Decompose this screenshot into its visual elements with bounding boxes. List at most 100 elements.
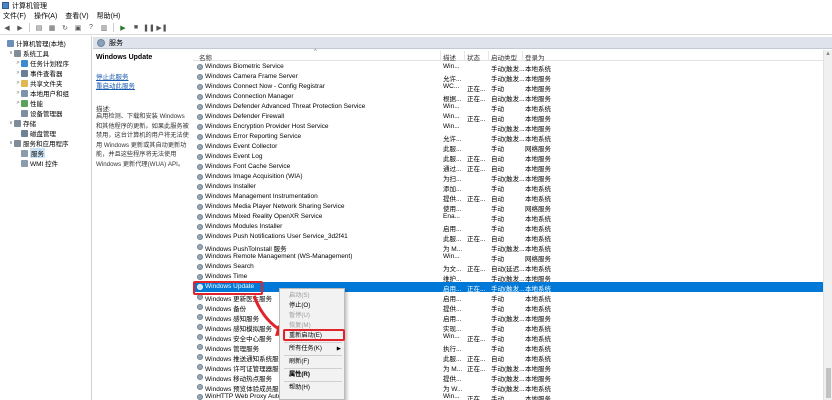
column-divider[interactable] xyxy=(440,51,441,60)
service-row[interactable]: Windows Mixed Reality OpenXR Service Ena.… xyxy=(193,212,823,223)
tree-item-label: 任务计划程序 xyxy=(30,61,69,68)
service-gear-icon xyxy=(197,74,203,80)
tree-node-icon xyxy=(21,59,28,67)
column-description[interactable]: 描述 xyxy=(443,52,456,62)
tree-item-label: 设备管理器 xyxy=(30,111,63,118)
service-gear-icon xyxy=(197,154,203,160)
play-icon[interactable]: ▶ xyxy=(118,23,128,33)
service-row[interactable]: Windows Defender Advanced Threat Protect… xyxy=(193,102,823,113)
context-menu-label: 暂停(U) xyxy=(289,312,310,319)
column-divider[interactable] xyxy=(488,51,489,60)
context-menu-item: 启动(S) xyxy=(280,291,344,301)
menu-item[interactable]: 查看(V) xyxy=(65,11,88,21)
tree-item[interactable]: > 性能 xyxy=(15,98,43,108)
service-gear-icon xyxy=(197,204,203,210)
vertical-scrollbar[interactable]: ▲ xyxy=(823,50,832,400)
service-row[interactable]: Windows Defender Firewall Win... 正在... 自动 本地… xyxy=(193,112,823,123)
menu-item[interactable]: 操作(A) xyxy=(34,11,57,21)
tree-item[interactable]: ∨ 系统工具 xyxy=(8,48,49,58)
tree-item[interactable]: WMI 控件 xyxy=(15,158,58,168)
context-menu: 启动(S) 停止(O) 暂停(U) 恢复(M) 重新启动(E) 所有任务(K) ▶ 刷新(F)… xyxy=(279,288,345,400)
service-row[interactable]: Windows Media Player Network Sharing Ser… xyxy=(193,202,823,213)
service-row[interactable]: Windows Modules Installer 启用... 手动 本地系统 xyxy=(193,222,823,233)
service-row[interactable]: Windows Connect Now - Config Registrar WC… xyxy=(193,82,823,93)
tree-item[interactable]: ∨ 存储 xyxy=(8,118,36,128)
column-startup-type[interactable]: 启动类型 xyxy=(491,52,517,62)
restart-service-link[interactable]: 重启动此服务 xyxy=(96,80,135,90)
service-row[interactable]: Windows Management Instrumentation 提供... 正… xyxy=(193,192,823,203)
service-description: Win... xyxy=(443,393,460,400)
service-row[interactable]: Windows Encryption Provider Host Service… xyxy=(193,122,823,133)
tree-item[interactable]: > 本地用户和组 xyxy=(15,88,69,98)
tree-item[interactable]: > 共享文件夹 xyxy=(15,78,63,88)
context-menu-item[interactable]: 刷新(F) xyxy=(280,357,344,367)
refresh-icon[interactable]: ↻ xyxy=(60,23,70,33)
tree-item[interactable]: 设备管理器 xyxy=(15,108,63,118)
tree-item-label: 系统工具 xyxy=(23,51,49,58)
context-menu-item[interactable]: 重新启动(E) xyxy=(280,331,344,341)
service-name: Windows Update xyxy=(205,283,255,290)
service-name: Windows Mixed Reality OpenXR Service xyxy=(205,213,323,220)
tree-item-label: 磁盘管理 xyxy=(30,131,56,138)
service-gear-icon xyxy=(197,234,203,240)
export-icon[interactable]: ▣ xyxy=(73,23,83,33)
service-row[interactable]: Windows Font Cache Service 通过... 正在... 自动 本地… xyxy=(193,162,823,173)
context-menu-item[interactable]: 帮助(H) xyxy=(280,383,344,393)
tree-item[interactable]: ∨ 服务和应用程序 xyxy=(8,138,69,148)
context-menu-item[interactable]: 属性(R) xyxy=(280,370,344,380)
up-folder-icon[interactable]: ▤ xyxy=(34,23,44,33)
tree-item-label: 服务和应用程序 xyxy=(23,141,69,148)
service-name: Windows Remote Management (WS-Management… xyxy=(205,253,353,260)
scroll-up-icon[interactable]: ▲ xyxy=(825,51,831,57)
service-row[interactable]: Windows Remote Management (WS-Management… xyxy=(193,252,823,263)
scrollbar-thumb[interactable] xyxy=(826,368,831,398)
service-row[interactable]: Windows Camera Frame Server 允许... 手动(触发...… xyxy=(193,72,823,83)
properties-icon[interactable]: ▥ xyxy=(99,23,109,33)
service-row[interactable]: Windows Image Acquisition (WIA) 为扫... 手动(触… xyxy=(193,172,823,183)
service-row[interactable]: Windows Time 维护... 手动(触发... 本地服务 xyxy=(193,272,823,283)
menu-item[interactable]: 帮助(H) xyxy=(97,11,121,21)
service-row[interactable]: Windows Error Reporting Service 允许... 手动(触… xyxy=(193,132,823,143)
service-row[interactable]: Windows Installer 添加... 手动 本地系统 xyxy=(193,182,823,193)
service-row[interactable]: Windows Push Notifications User Service_… xyxy=(193,232,823,243)
tree-node-icon xyxy=(21,79,28,87)
column-log-on-as[interactable]: 登录为 xyxy=(525,52,545,62)
service-row[interactable]: Windows Connection Manager 根据... 正在... 自动(触… xyxy=(193,92,823,103)
menu-item[interactable]: 文件(F) xyxy=(3,11,26,21)
tree-node-icon xyxy=(21,159,28,167)
service-gear-icon xyxy=(197,164,203,170)
service-row[interactable]: Windows Biometric Service Win... 手动(触发... 本… xyxy=(193,62,823,73)
restart-icon[interactable]: ▶❚ xyxy=(156,23,167,33)
tree-item[interactable]: > 事件查看器 xyxy=(15,68,63,78)
service-gear-icon xyxy=(197,224,203,230)
service-description: Ena... xyxy=(443,213,460,220)
panel-title: 服务 xyxy=(109,39,123,47)
column-divider[interactable] xyxy=(464,51,465,60)
service-gear-icon xyxy=(197,334,203,340)
tree-item[interactable]: 服务 xyxy=(15,148,45,158)
tree-item[interactable]: > 任务计划程序 xyxy=(15,58,69,68)
show-hide-tree-icon[interactable]: ▦ xyxy=(47,23,57,33)
service-row[interactable]: Windows Event Log 此服... 正在... 自动 本地服务 xyxy=(193,152,823,163)
service-gear-icon xyxy=(197,354,203,360)
services-gear-icon xyxy=(97,38,105,47)
context-menu-label: 所有任务(K) xyxy=(289,345,322,352)
pause-icon[interactable]: ❚❚ xyxy=(143,23,155,33)
service-row[interactable]: Windows Event Collector 此服... 手动 网络服务 xyxy=(193,142,823,153)
forward-icon[interactable]: ▶ xyxy=(15,23,25,33)
back-icon[interactable]: ◀ xyxy=(2,23,12,33)
column-divider[interactable] xyxy=(522,51,523,60)
tree-item[interactable]: 磁盘管理 xyxy=(15,128,56,138)
column-name[interactable]: 名称 xyxy=(199,52,212,62)
stop-icon[interactable]: ■ xyxy=(131,23,141,33)
context-menu-item[interactable]: 所有任务(K) ▶ xyxy=(280,344,344,354)
service-description: Win... xyxy=(443,63,460,70)
tree-item[interactable]: 计算机管理(本地) xyxy=(1,38,66,48)
column-status[interactable]: 状态 xyxy=(467,52,480,62)
service-row[interactable]: Windows Search 为文... 正在... 自动(延迟... 本地系统 xyxy=(193,262,823,273)
context-menu-label: 刷新(F) xyxy=(289,358,310,365)
tree-node-icon xyxy=(21,149,28,157)
service-row[interactable]: Windows PushToInstall 服务为 M... 手动(触发... 本地… xyxy=(193,242,823,253)
context-menu-item[interactable]: 停止(O) xyxy=(280,301,344,311)
help-icon[interactable]: ? xyxy=(86,23,96,33)
